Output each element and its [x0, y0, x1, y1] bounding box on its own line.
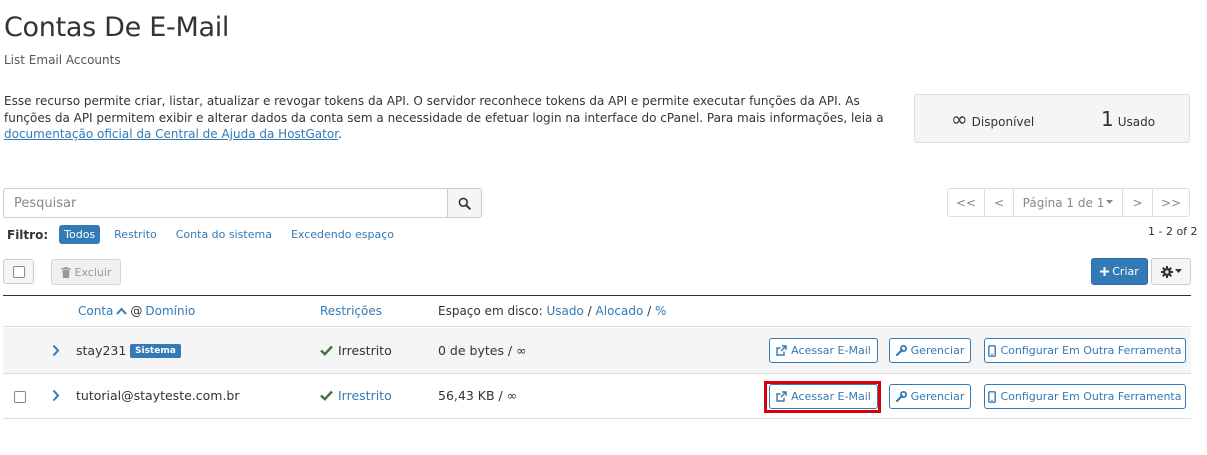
- table-top-border: [3, 295, 1191, 296]
- last-page-button[interactable]: >>: [1152, 188, 1190, 217]
- configure-client-label: Configurar Em Outra Ferramenta: [1000, 390, 1182, 403]
- restriction-label: Irrestrito: [338, 343, 392, 358]
- disk-usage: 56,43 KB / ∞: [438, 388, 518, 403]
- select-all-wrapper: [3, 259, 34, 284]
- delete-button[interactable]: Excluir: [51, 259, 121, 285]
- access-email-label: Acessar E-Mail: [791, 390, 871, 403]
- search-icon: [458, 197, 471, 210]
- access-email-label: Acessar E-Mail: [791, 344, 871, 357]
- caret-down-icon: [1174, 269, 1182, 273]
- filter-bar: Filtro: Todos Restrito Conta do sistema …: [7, 225, 408, 244]
- available-label: Disponível: [971, 115, 1035, 129]
- stat-available: ∞ Disponível: [951, 107, 1034, 131]
- disk-header-label: Espaço em disco:: [438, 304, 543, 318]
- configure-client-label: Configurar Em Outra Ferramenta: [1000, 344, 1182, 357]
- sort-asc-icon: [116, 307, 128, 315]
- available-value: ∞: [951, 107, 968, 131]
- sort-restrictions-link[interactable]: Restrições: [320, 304, 382, 318]
- manage-button[interactable]: Gerenciar: [889, 384, 971, 409]
- disk-separator: /: [587, 304, 592, 318]
- configure-client-button[interactable]: Configurar Em Outra Ferramenta: [984, 338, 1186, 363]
- filter-label: Filtro:: [7, 227, 49, 242]
- disk-usage: 0 de bytes / ∞: [438, 343, 527, 358]
- restriction-link[interactable]: Irrestrito: [338, 388, 392, 403]
- disk-separator: /: [647, 304, 652, 318]
- gear-icon: [1160, 265, 1173, 278]
- table-row: stay231 Sistema Irrestrito 0 de bytes / …: [3, 328, 1191, 374]
- manage-button[interactable]: Gerenciar: [889, 338, 971, 363]
- settings-dropdown-button[interactable]: [1151, 258, 1191, 285]
- expand-chevron-icon[interactable]: [52, 389, 60, 402]
- search-button[interactable]: [447, 188, 482, 218]
- create-label: Criar: [1112, 265, 1139, 278]
- sort-domain-link[interactable]: Domínio: [145, 304, 195, 318]
- account-name: stay231: [76, 343, 127, 358]
- first-page-button[interactable]: <<: [947, 188, 985, 217]
- at-symbol: @: [130, 304, 143, 318]
- page-label: Página 1 de 1: [1022, 195, 1105, 210]
- configure-client-button[interactable]: Configurar Em Outra Ferramenta: [984, 384, 1186, 409]
- expand-chevron-icon[interactable]: [52, 344, 60, 357]
- table-header-divider: [3, 326, 1191, 327]
- page-select[interactable]: Página 1 de 1: [1013, 188, 1123, 217]
- check-icon: [320, 390, 333, 401]
- external-link-icon: [776, 345, 787, 356]
- caret-down-icon: [1106, 200, 1114, 204]
- page-subtitle: List Email Accounts: [4, 53, 121, 67]
- sort-account-link[interactable]: Conta: [78, 304, 113, 318]
- select-all-checkbox[interactable]: [12, 265, 25, 278]
- results-count: 1 - 2 of 2: [1148, 225, 1198, 238]
- stat-used: 1 Usado: [1101, 107, 1155, 131]
- filter-restricted[interactable]: Restrito: [109, 225, 162, 244]
- wrench-icon: [895, 345, 907, 356]
- search-input[interactable]: [3, 188, 447, 218]
- account-domain-header: Conta @ Domínio: [78, 304, 195, 318]
- next-page-button[interactable]: >: [1122, 188, 1153, 217]
- manage-label: Gerenciar: [910, 390, 965, 403]
- mobile-icon: [988, 390, 997, 403]
- description-end: .: [338, 127, 342, 141]
- delete-label: Excluir: [74, 265, 112, 279]
- trash-icon: [61, 266, 71, 278]
- page-description: Esse recurso permite criar, listar, atua…: [4, 93, 894, 143]
- row-select-checkbox[interactable]: [14, 391, 26, 403]
- table-row: tutorial@stayteste.com.br Irrestrito 56,…: [3, 375, 1191, 419]
- mobile-icon: [988, 344, 997, 357]
- filter-system-account[interactable]: Conta do sistema: [171, 225, 277, 244]
- used-label: Usado: [1117, 115, 1156, 129]
- filter-all[interactable]: Todos: [59, 225, 101, 244]
- manage-label: Gerenciar: [910, 344, 965, 357]
- account-stats: ∞ Disponível 1 Usado: [914, 94, 1190, 143]
- filter-over-quota[interactable]: Excedendo espaço: [286, 225, 399, 244]
- external-link-icon: [776, 391, 787, 402]
- help-doc-link[interactable]: documentação oficial da Central de Ajuda…: [4, 127, 338, 141]
- access-email-button[interactable]: Acessar E-Mail: [769, 384, 878, 409]
- sort-disk-percent-link[interactable]: %: [655, 304, 666, 318]
- sort-disk-allocated-link[interactable]: Alocado: [596, 304, 644, 318]
- wrench-icon: [895, 391, 907, 402]
- system-badge: Sistema: [130, 344, 181, 358]
- restriction-status: Irrestrito: [320, 388, 392, 403]
- page-title: Contas De E-Mail: [4, 12, 230, 43]
- sort-disk-used-link[interactable]: Usado: [546, 304, 583, 318]
- search-bar: [3, 188, 482, 218]
- plus-icon: [1100, 267, 1110, 276]
- create-button[interactable]: Criar: [1091, 258, 1148, 285]
- prev-page-button[interactable]: <: [984, 188, 1014, 217]
- used-value: 1: [1101, 107, 1114, 131]
- disk-space-header: Espaço em disco: Usado / Alocado / %: [438, 304, 666, 318]
- pagination: << < Página 1 de 1 > >>: [947, 188, 1190, 217]
- check-icon: [320, 345, 333, 356]
- account-name: tutorial@stayteste.com.br: [76, 388, 240, 403]
- description-text: Esse recurso permite criar, listar, atua…: [4, 94, 884, 125]
- restriction-status: Irrestrito: [320, 343, 392, 358]
- access-email-button[interactable]: Acessar E-Mail: [769, 338, 878, 363]
